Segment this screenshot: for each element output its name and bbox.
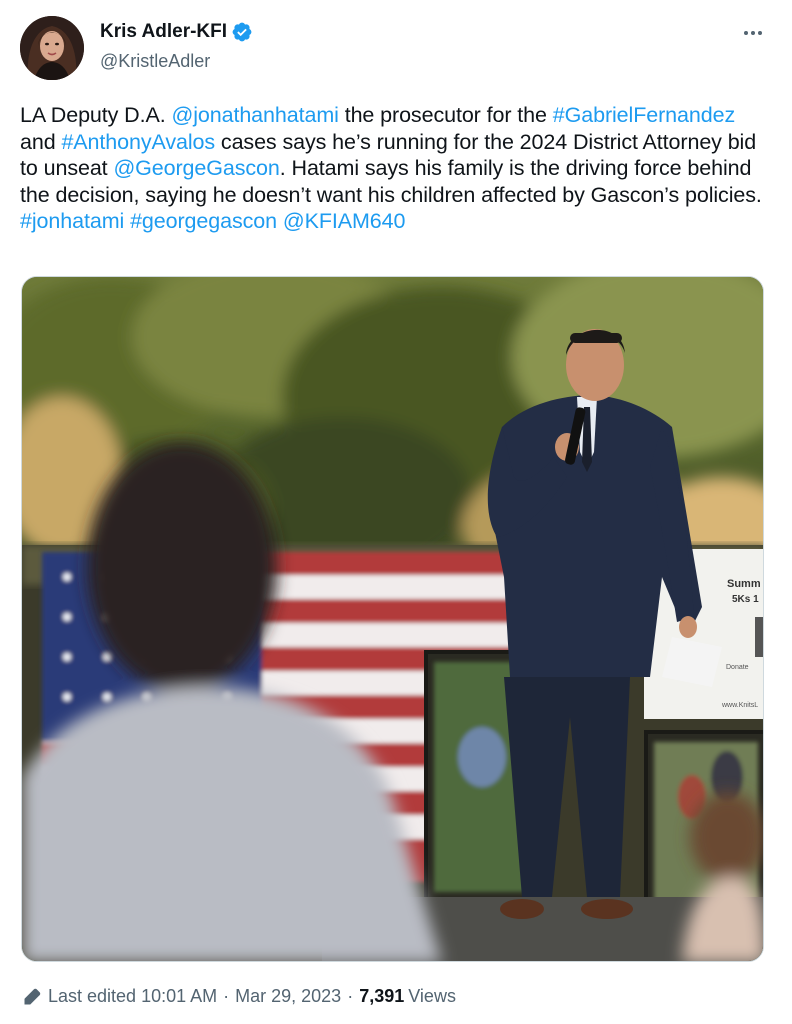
banner-text-3: Donate: [726, 664, 749, 671]
display-name[interactable]: Kris Adler-KFI: [100, 21, 227, 43]
avatar-image: [20, 16, 84, 80]
hashtag-link[interactable]: #GabrielFernandez: [553, 103, 735, 127]
tweet-photo[interactable]: Summ 5Ks 1 Donate www.KnitsL: [21, 276, 764, 962]
tweet-footer: Last edited 10:01 AM · Mar 29, 2023 · 7,…: [22, 986, 456, 1007]
hashtag-link[interactable]: #AnthonyAvalos: [61, 130, 215, 154]
tweet-text: LA Deputy D.A. @jonathanhatami the prose…: [20, 102, 770, 235]
more-options-icon[interactable]: [738, 22, 768, 44]
photo-speaker-at-podium: Summ 5Ks 1 Donate www.KnitsL: [22, 277, 763, 961]
banner-text-2: 5Ks 1: [732, 594, 759, 605]
tweet-text-segment: LA Deputy D.A.: [20, 103, 172, 127]
tweet-text-segment: and: [20, 129, 62, 154]
last-edited-link[interactable]: Last edited 10:01 AM: [48, 986, 217, 1007]
views-label: Views: [408, 986, 456, 1006]
avatar[interactable]: [20, 16, 84, 80]
mention-link[interactable]: @jonathanhatami: [171, 103, 338, 127]
footer-separator-2: ·: [347, 986, 354, 1006]
views-count: 7,391: [359, 986, 405, 1006]
hashtag-link[interactable]: #jonhatami: [20, 209, 124, 233]
name-row: Kris Adler-KFI: [100, 21, 253, 43]
tweet-date[interactable]: Mar 29, 2023: [235, 986, 341, 1007]
user-handle[interactable]: @KristleAdler: [100, 51, 210, 72]
verified-badge-icon: [232, 22, 252, 42]
banner-text-1: Summ: [727, 578, 761, 590]
banner-text-4: www.KnitsL: [721, 702, 758, 709]
tweet-text-segment: the prosecutor for the: [338, 103, 553, 127]
hashtag-link[interactable]: #georgegascon: [130, 209, 277, 233]
footer-separator-1: ·: [223, 986, 230, 1006]
mention-link[interactable]: @KFIAM640: [283, 209, 406, 233]
mention-link[interactable]: @GeorgeGascon: [113, 156, 279, 180]
pencil-edit-icon: [24, 988, 41, 1004]
tweet-header: Kris Adler-KFI @KristleAdler: [20, 16, 772, 82]
